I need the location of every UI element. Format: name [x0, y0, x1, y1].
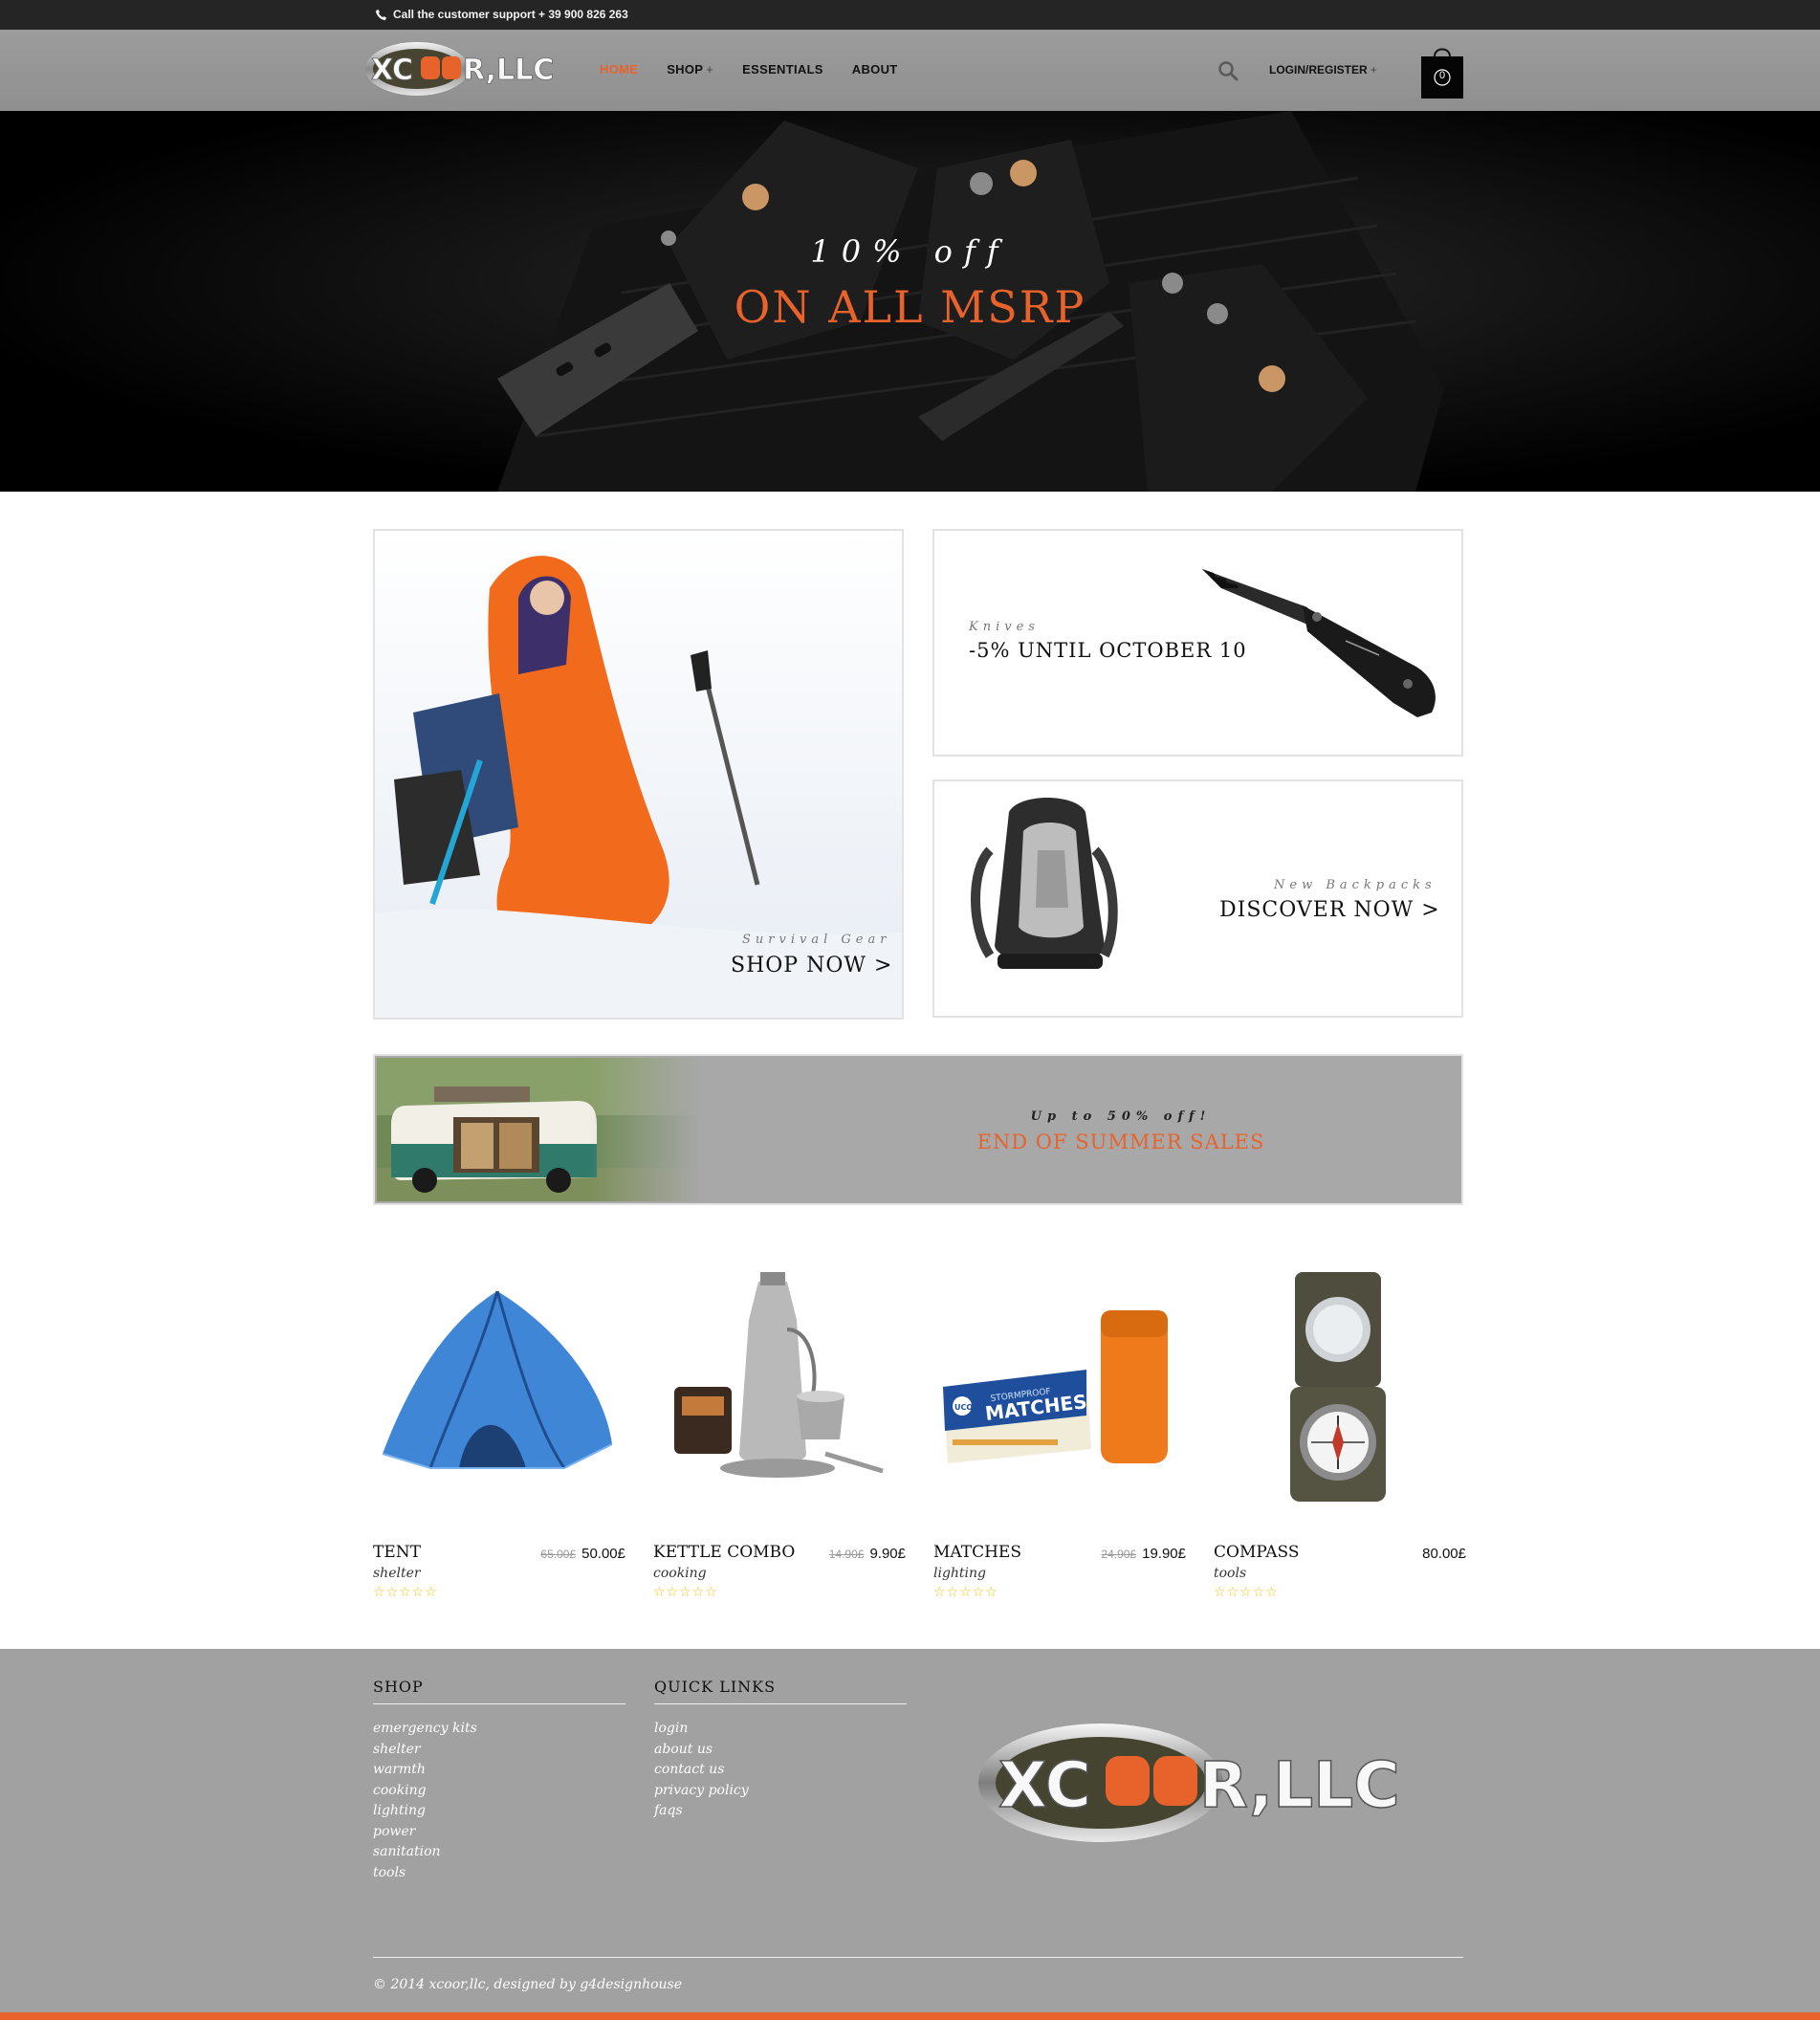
footer: SHOP emergency kits shelter warmth cooki…	[0, 1649, 1820, 2012]
footer-link[interactable]: tools	[373, 1863, 625, 1884]
product-category: cooking	[653, 1566, 707, 1581]
product-current-price: 19.90£	[1142, 1546, 1186, 1562]
product-name[interactable]: MATCHES	[933, 1543, 1021, 1562]
main-nav: HOME SHOP + ESSENTIALS ABOUT	[600, 62, 927, 77]
footer-link[interactable]: about us	[654, 1740, 907, 1761]
svg-text:XC: XC	[998, 1748, 1091, 1822]
svg-text:XC: XC	[371, 54, 413, 87]
promo-backpacks[interactable]: New Backpacks DISCOVER NOW >	[932, 779, 1463, 1018]
cart-count: 0	[1438, 70, 1446, 81]
login-register-link[interactable]: LOGIN/REGISTER +	[1269, 63, 1377, 77]
nav-home-label: HOME	[600, 62, 639, 77]
footer-shop-heading: SHOP	[373, 1678, 625, 1704]
product-current-price: 50.00£	[581, 1546, 625, 1562]
knives-kicker: Knives	[969, 620, 1040, 634]
product-card-tent[interactable]: TENT shelter 65.00£ 50.00£ ☆☆☆☆☆	[373, 1262, 625, 1607]
submenu-plus-icon: +	[1370, 63, 1377, 77]
phone-icon	[375, 9, 387, 20]
footer-link[interactable]: cooking	[373, 1781, 625, 1802]
nav-home[interactable]: HOME	[600, 62, 638, 77]
promo-survival-gear[interactable]: Survival Gear SHOP NOW >	[373, 529, 904, 1020]
kettle-combo-image	[674, 1272, 884, 1478]
nav-shop-label: SHOP	[667, 62, 704, 77]
product-price: 80.00£	[1416, 1546, 1466, 1562]
nav-about[interactable]: ABOUT	[852, 62, 898, 77]
product-name[interactable]: COMPASS	[1214, 1543, 1300, 1562]
product-category: lighting	[933, 1566, 987, 1581]
summer-sale-banner[interactable]: Up to 50% off! END OF SUMMER SALES	[373, 1054, 1463, 1205]
footer-link[interactable]: power	[373, 1822, 625, 1843]
brand-logo[interactable]: XC R,LLC	[362, 39, 568, 99]
search-icon[interactable]	[1217, 59, 1239, 82]
product-name[interactable]: KETTLE COMBO	[653, 1543, 795, 1562]
survival-kicker: Survival Gear	[742, 933, 891, 947]
footer-link[interactable]: contact us	[654, 1760, 907, 1781]
product-current-price: 80.00£	[1422, 1546, 1466, 1562]
product-card-compass[interactable]: COMPASS tools 80.00£ ☆☆☆☆☆	[1214, 1262, 1466, 1607]
support-text: Call the customer support + 39 900 826 2…	[393, 8, 628, 21]
nav-about-label: ABOUT	[851, 62, 898, 77]
footer-link[interactable]: faqs	[654, 1801, 907, 1822]
footer-link[interactable]: sanitation	[373, 1842, 625, 1863]
top-bar: Call the customer support + 39 900 826 2…	[0, 0, 1820, 30]
footer-link[interactable]: privacy policy	[654, 1781, 907, 1802]
footer-link[interactable]: login	[654, 1719, 907, 1740]
product-price: 24.90£ 19.90£	[1101, 1546, 1186, 1562]
product-category: shelter	[373, 1566, 421, 1581]
footer-quick-links-heading: QUICK LINKS	[654, 1678, 907, 1704]
backpacks-kicker: New Backpacks	[1274, 878, 1436, 892]
folding-knife-image	[1202, 569, 1436, 717]
uco-badge-text: UCO	[954, 1403, 973, 1412]
copyright-text: © 2014 xcoor,llc, designed by g4designho…	[373, 1977, 683, 1992]
matches-image: STORMPROOF MATCHES UCO	[943, 1310, 1168, 1463]
backpacks-discover-now-link[interactable]: DISCOVER NOW >	[1219, 898, 1440, 922]
product-current-price: 9.90£	[869, 1546, 906, 1562]
product-old-price: 65.00£	[540, 1548, 577, 1561]
survival-shop-now-link[interactable]: SHOP NOW >	[731, 954, 892, 977]
camper-van-image	[377, 1058, 702, 1201]
product-price: 65.00£ 50.00£	[540, 1546, 625, 1562]
footer-brand-logo: XC R,LLC	[978, 1724, 1400, 1842]
product-old-price: 24.90£	[1101, 1548, 1137, 1561]
nav-essentials-label: ESSENTIALS	[742, 62, 823, 77]
nav-shop[interactable]: SHOP +	[667, 62, 713, 77]
nav-essentials[interactable]: ESSENTIALS	[742, 62, 823, 77]
star-rating-icon: ☆☆☆☆☆	[1214, 1585, 1279, 1600]
footer-link[interactable]: lighting	[373, 1801, 625, 1822]
footer-link[interactable]: shelter	[373, 1740, 625, 1761]
hero-banner[interactable]: 10% off ON ALL MSRP	[0, 111, 1820, 492]
svg-text:R,LLC: R,LLC	[463, 54, 554, 87]
star-rating-icon: ☆☆☆☆☆	[373, 1585, 438, 1600]
star-rating-icon: ☆☆☆☆☆	[653, 1585, 718, 1600]
product-old-price: 14.90£	[828, 1548, 865, 1561]
summer-title[interactable]: END OF SUMMER SALES	[930, 1131, 1312, 1153]
login-label: LOGIN/REGISTER	[1269, 63, 1368, 77]
svg-text:R,LLC: R,LLC	[1199, 1748, 1400, 1822]
product-name[interactable]: TENT	[373, 1543, 421, 1562]
star-rating-icon: ☆☆☆☆☆	[933, 1585, 998, 1600]
footer-link[interactable]: emergency kits	[373, 1719, 625, 1740]
product-card-matches[interactable]: STORMPROOF MATCHES UCO MATCHES lighting …	[933, 1262, 1186, 1607]
footer-link[interactable]: warmth	[373, 1760, 625, 1781]
bottom-accent-bar	[0, 2012, 1820, 2020]
compass-image	[1290, 1272, 1386, 1502]
product-category: tools	[1214, 1566, 1247, 1581]
footer-quick-links-column: QUICK LINKS login about us contact us pr…	[654, 1678, 907, 1822]
customer-support: Call the customer support + 39 900 826 2…	[375, 8, 628, 21]
cart-button[interactable]: 0	[1421, 43, 1463, 99]
header: XC R,LLC HOME SHOP + ESSENTIALS ABOUT LOG…	[0, 30, 1820, 111]
product-card-kettle-combo[interactable]: KETTLE COMBO cooking 14.90£ 9.90£ ☆☆☆☆☆	[653, 1262, 906, 1607]
tent-image	[382, 1290, 613, 1469]
footer-shop-column: SHOP emergency kits shelter warmth cooki…	[373, 1678, 625, 1883]
backpack-image	[971, 798, 1118, 969]
promo-knives[interactable]: Knives -5% UNTIL OCTOBER 10	[932, 529, 1463, 757]
submenu-plus-icon: +	[706, 62, 714, 77]
summer-pretitle: Up to 50% off!	[1030, 1109, 1212, 1124]
hero-title: ON ALL MSRP	[734, 281, 1086, 333]
product-price: 14.90£ 9.90£	[829, 1546, 906, 1562]
footer-divider	[373, 1957, 1463, 1958]
hero-pretitle: 10% off	[810, 233, 1010, 270]
